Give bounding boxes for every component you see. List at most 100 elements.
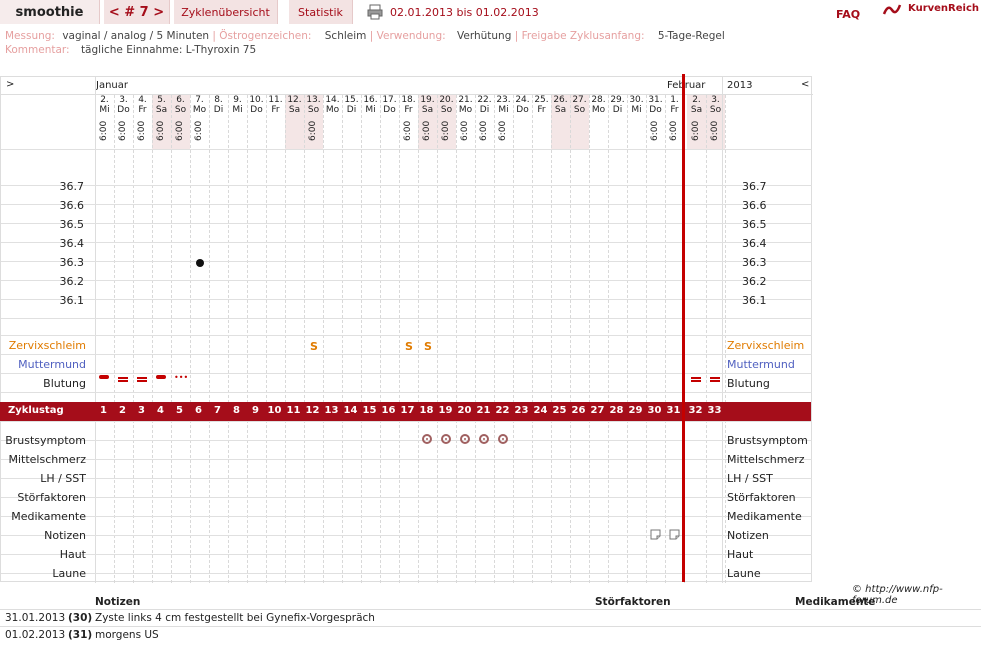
day-header[interactable]: 29. Di	[608, 95, 627, 149]
note-icon[interactable]	[669, 529, 680, 540]
zyklustag-number: 12	[305, 405, 320, 416]
kommentar-value: tägliche Einnahme: L-Thyroxin 75	[80, 44, 257, 56]
chart-nav-right[interactable]: <	[801, 79, 809, 90]
zervix-mark[interactable]: S	[405, 340, 413, 353]
day-number: 13.	[306, 95, 321, 105]
day-header[interactable]: 15. Di	[342, 95, 361, 149]
zyklustag-number: 20	[457, 405, 472, 416]
day-header[interactable]: 2. Mi 6:00	[95, 95, 114, 149]
tab-statistik[interactable]: Statistik	[289, 0, 353, 24]
temperature-label-right: 36.6	[742, 199, 767, 212]
day-header[interactable]: 9. Mi	[228, 95, 247, 149]
day-header[interactable]: 26. Sa	[551, 95, 570, 149]
grid-line-horizontal	[1, 261, 812, 262]
print-icon[interactable]	[367, 4, 383, 20]
zyklustag-number: 3	[138, 405, 145, 416]
bleeding-spotting-mark[interactable]: •••	[174, 373, 188, 382]
zyklustag-number: 26	[571, 405, 586, 416]
day-header[interactable]: 12. Sa	[285, 95, 304, 149]
measure-time: 6:00	[99, 120, 109, 141]
day-header[interactable]: 5. Sa 6:00	[152, 95, 171, 149]
breast-symptom-mark[interactable]	[498, 434, 508, 444]
day-header[interactable]: 22. Di 6:00	[475, 95, 494, 149]
oestrogen-value: Schleim	[324, 30, 367, 42]
cycle-navigator[interactable]: < # 7 >	[104, 0, 170, 24]
tab-zyklenuebersicht[interactable]: Zyklenübersicht	[174, 0, 278, 24]
grid-line-horizontal	[1, 373, 812, 374]
day-header[interactable]: 31. Do 6:00	[646, 95, 665, 149]
breast-symptom-mark[interactable]	[422, 434, 432, 444]
grid-line-vertical	[589, 95, 590, 583]
day-number: 2.	[692, 95, 701, 105]
breast-symptom-mark[interactable]	[479, 434, 489, 444]
day-header[interactable]: 23. Mi 6:00	[494, 95, 513, 149]
weekday: Mo	[192, 105, 207, 115]
zervix-mark[interactable]: S	[310, 340, 318, 353]
weekday: Sa	[421, 105, 434, 115]
breast-symptom-mark[interactable]	[441, 434, 451, 444]
freigabe-value: 5-Tage-Regel	[657, 30, 725, 42]
note-icon[interactable]	[650, 529, 661, 540]
weekday: Mi	[232, 105, 243, 115]
day-header[interactable]: 18. Fr 6:00	[399, 95, 418, 149]
day-header[interactable]: 24. Do	[513, 95, 532, 149]
day-header[interactable]: 2. Sa 6:00	[687, 95, 706, 149]
weekday: Sa	[690, 105, 703, 115]
day-header[interactable]: 21. Mo 6:00	[456, 95, 475, 149]
measure-time: 6:00	[650, 120, 660, 141]
note-cycle-day: (30)	[68, 612, 93, 624]
day-header[interactable]: 20. So 6:00	[437, 95, 456, 149]
user-name[interactable]: smoothie	[0, 0, 100, 24]
day-header[interactable]: 27. So	[570, 95, 589, 149]
day-header[interactable]: 7. Mo 6:00	[190, 95, 209, 149]
day-header[interactable]: 3. Do 6:00	[114, 95, 133, 149]
weekday: Do	[117, 105, 130, 115]
day-header[interactable]: 13. So 6:00	[304, 95, 323, 149]
grid-line-horizontal	[1, 185, 812, 186]
day-number: 30.	[629, 95, 644, 105]
day-header[interactable]: 28. Mo	[589, 95, 608, 149]
bleeding-heavy-mark[interactable]	[137, 377, 147, 379]
grid-line-horizontal	[1, 149, 812, 150]
zyklustag-number: 23	[514, 405, 529, 416]
day-header[interactable]: 17. Do	[380, 95, 399, 149]
grid-line-horizontal	[1, 299, 812, 300]
day-number: 31.	[648, 95, 663, 105]
day-header[interactable]: 16. Mi	[361, 95, 380, 149]
grid-line-vertical	[209, 95, 210, 583]
day-header[interactable]: 8. Di	[209, 95, 228, 149]
bleeding-mark[interactable]	[156, 375, 166, 379]
grid-line-horizontal	[1, 554, 812, 555]
day-header[interactable]: 11. Fr	[266, 95, 285, 149]
zyklustag-number: 7	[214, 405, 221, 416]
note-text: Zyste links 4 cm festgestellt bei Gynefi…	[95, 612, 375, 624]
bleeding-mark[interactable]	[99, 375, 109, 379]
grid-line-horizontal	[1, 535, 812, 536]
bleeding-heavy-mark[interactable]	[118, 377, 128, 379]
weekday: Fr	[271, 105, 280, 115]
zervix-mark[interactable]: S	[424, 340, 432, 353]
faq-link[interactable]: FAQ	[836, 8, 860, 21]
zyklustag-number: 17	[400, 405, 415, 416]
weekday: Mi	[99, 105, 110, 115]
weekday: Sa	[554, 105, 567, 115]
bleeding-heavy-mark[interactable]	[710, 377, 720, 379]
row-label-lh-sst: LH / SST	[40, 472, 86, 485]
day-header[interactable]: 19. Sa 6:00	[418, 95, 437, 149]
measure-time: 6:00	[441, 120, 451, 141]
breast-symptom-mark[interactable]	[460, 434, 470, 444]
day-header[interactable]: 14. Mo	[323, 95, 342, 149]
day-header[interactable]: 30. Mi	[627, 95, 646, 149]
weekday: So	[174, 105, 187, 115]
temperature-point[interactable]	[195, 259, 204, 267]
day-header[interactable]: 6. So 6:00	[171, 95, 190, 149]
bleeding-heavy-mark[interactable]	[691, 377, 701, 379]
logo-text[interactable]: KurvenReich	[908, 3, 979, 14]
day-header[interactable]: 4. Fr 6:00	[133, 95, 152, 149]
weekday: So	[573, 105, 586, 115]
zyklustag-number: 22	[495, 405, 510, 416]
chart-nav-left[interactable]: >	[6, 79, 14, 90]
day-header[interactable]: 10. Do	[247, 95, 266, 149]
day-header[interactable]: 25. Fr	[532, 95, 551, 149]
kommentar-label: Kommentar:	[5, 44, 70, 56]
